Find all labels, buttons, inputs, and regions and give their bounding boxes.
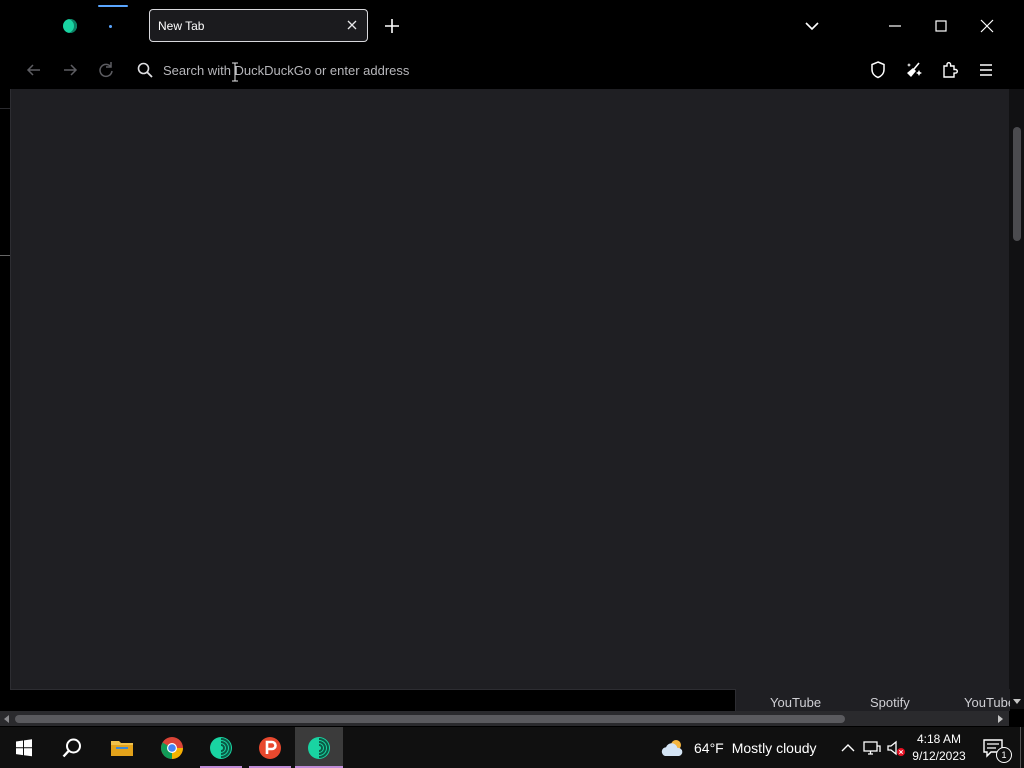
horizontal-scroll-thumb[interactable] xyxy=(15,715,845,723)
tor-onion-icon xyxy=(210,736,232,759)
taskbar-file-explorer[interactable] xyxy=(98,727,146,768)
tab-new-tab[interactable]: New Tab xyxy=(149,9,368,42)
show-hidden-icons-chevron-icon[interactable] xyxy=(838,738,858,758)
start-button[interactable] xyxy=(0,727,48,768)
vertical-scroll-thumb[interactable] xyxy=(1013,127,1021,241)
new-identity-broom-icon[interactable] xyxy=(902,58,926,82)
taskbar-chrome[interactable] xyxy=(148,727,196,768)
weather-widget[interactable]: 64°F Mostly cloudy xyxy=(660,727,817,768)
shortcut-youtube[interactable]: YouTube xyxy=(770,695,821,710)
page-content[interactable] xyxy=(10,89,1010,690)
text-cursor-ibeam xyxy=(232,62,238,82)
volume-muted-icon[interactable] xyxy=(886,738,906,758)
system-clock[interactable]: 4:18 AM 9/12/2023 xyxy=(906,731,972,765)
extensions-puzzle-icon[interactable] xyxy=(938,58,962,82)
search-icon xyxy=(62,738,81,757)
reload-icon[interactable] xyxy=(95,59,117,81)
tor-onion-icon xyxy=(308,736,330,759)
back-arrow-icon[interactable] xyxy=(23,59,45,81)
taskbar-psiphon[interactable] xyxy=(246,727,294,768)
shortcut-youtube-2[interactable]: YouTube xyxy=(964,695,1010,710)
folder-icon xyxy=(111,740,133,756)
windows-taskbar: 64°F Mostly cloudy 4:18 AM 9/12/2023 1 xyxy=(0,727,1024,768)
horizontal-scrollbar[interactable] xyxy=(0,711,1009,726)
scroll-right-arrow-icon[interactable] xyxy=(998,715,1003,723)
vertical-scrollbar[interactable] xyxy=(1009,89,1024,709)
list-all-tabs-chevron-icon[interactable] xyxy=(802,16,822,36)
windows-logo-icon xyxy=(16,738,32,756)
new-tab-plus-icon[interactable] xyxy=(381,15,403,37)
shield-icon[interactable] xyxy=(866,58,890,82)
close-window-icon[interactable] xyxy=(977,16,997,36)
taskbar-search-button[interactable] xyxy=(48,727,96,768)
navigation-toolbar: Search with DuckDuckGo or enter address xyxy=(0,52,1024,88)
clock-time: 4:18 AM xyxy=(916,732,962,746)
pinned-tab[interactable] xyxy=(92,5,128,44)
top-sites-row: YouTube Spotify YouTube xyxy=(735,689,1010,711)
tor-onion-icon xyxy=(63,19,77,33)
search-icon xyxy=(137,62,153,78)
notification-count-badge: 1 xyxy=(996,747,1012,763)
tor-onion-tab[interactable] xyxy=(52,8,88,44)
shortcut-spotify[interactable]: Spotify xyxy=(870,695,910,710)
psiphon-icon xyxy=(259,736,281,759)
minimize-window-icon[interactable] xyxy=(885,16,905,36)
maximize-window-icon[interactable] xyxy=(931,16,951,36)
taskbar-tor-browser[interactable] xyxy=(197,727,245,768)
close-tab-icon[interactable] xyxy=(345,18,359,32)
clock-date: 9/12/2023 xyxy=(912,749,966,763)
scrollbar-corner xyxy=(1009,711,1024,726)
weather-temperature: 64°F xyxy=(694,739,724,756)
network-icon[interactable] xyxy=(862,738,882,758)
hamburger-menu-icon[interactable] xyxy=(974,58,998,82)
weather-condition: Mostly cloudy xyxy=(731,739,817,756)
taskbar-tor-browser-active[interactable] xyxy=(295,727,343,768)
tab-title: New Tab xyxy=(158,19,205,33)
scroll-down-arrow-icon[interactable] xyxy=(1013,699,1021,704)
chrome-icon xyxy=(161,736,183,759)
address-bar-placeholder: Search with DuckDuckGo or enter address xyxy=(163,63,410,78)
side-edge xyxy=(0,108,10,256)
forward-arrow-icon[interactable] xyxy=(59,59,81,81)
tab-strip: New Tab xyxy=(0,0,1024,52)
action-center-button[interactable]: 1 xyxy=(982,737,1012,763)
scroll-left-arrow-icon[interactable] xyxy=(4,715,9,723)
tab-indicator-dot xyxy=(108,24,112,28)
show-desktop-button[interactable] xyxy=(1020,727,1021,768)
cloudy-weather-icon xyxy=(661,739,683,756)
